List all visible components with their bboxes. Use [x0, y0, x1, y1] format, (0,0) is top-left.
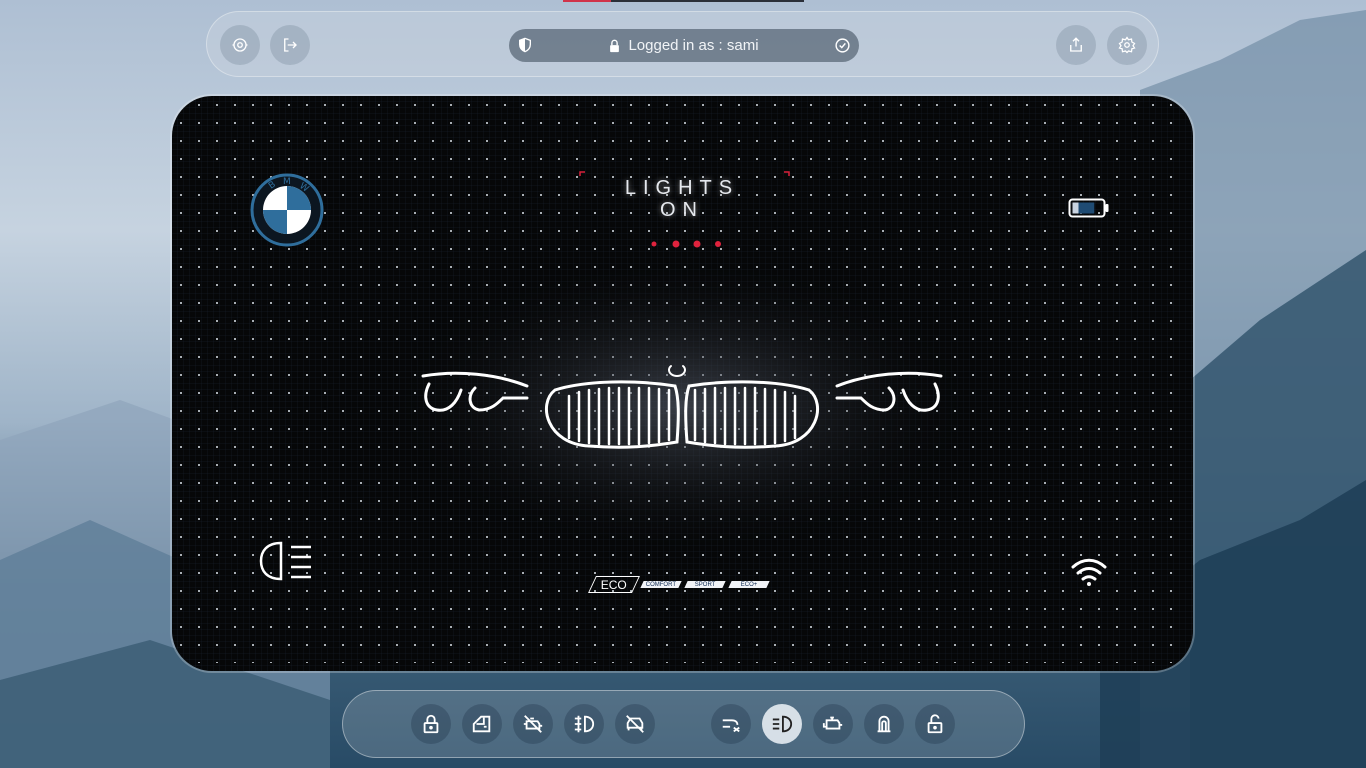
engine-off-button[interactable]	[513, 704, 553, 744]
car-door-button[interactable]	[462, 704, 502, 744]
wifi-icon	[1071, 558, 1107, 586]
brand-letter-m: M	[283, 177, 291, 187]
drive-mode-eco-plus[interactable]: ECO+	[728, 581, 770, 588]
left-headlight	[421, 371, 529, 412]
top-progress-bar	[563, 0, 804, 2]
lock-icon	[423, 714, 439, 734]
car-off-icon	[626, 715, 644, 733]
share-button[interactable]	[1056, 25, 1096, 65]
bottom-control-bar	[342, 690, 1025, 758]
unlock-button[interactable]	[915, 704, 955, 744]
check-circle-icon	[835, 38, 850, 53]
lock-icon	[610, 39, 620, 52]
session-pill: Logged in as : sami	[509, 29, 859, 62]
logout-button[interactable]	[270, 25, 310, 65]
car-off-button[interactable]	[615, 704, 655, 744]
session-text: Logged in as : sami	[628, 37, 759, 54]
engine-off-icon	[523, 715, 543, 733]
drive-mode-sport[interactable]: SPORT	[684, 581, 726, 588]
lock-button[interactable]	[411, 704, 451, 744]
engine-button[interactable]	[813, 704, 853, 744]
unlock-icon	[927, 714, 943, 734]
camera-switch-button[interactable]	[220, 25, 260, 65]
headlight-icon	[772, 715, 793, 733]
shield-icon	[519, 37, 531, 53]
settings-button[interactable]	[1107, 25, 1147, 65]
camera-switch-icon	[232, 38, 248, 52]
right-headlight	[835, 371, 943, 412]
status-indicator-dots	[651, 240, 721, 248]
car-door-icon	[472, 715, 491, 733]
share-icon	[1070, 37, 1082, 52]
car-front-lights	[421, 365, 943, 449]
kidney-grille	[545, 380, 819, 449]
top-bar: Logged in as : sami	[206, 11, 1159, 77]
bmw-logo: B M W	[250, 173, 324, 247]
engine-icon	[822, 716, 843, 730]
drive-mode-comfort[interactable]: COMFORT	[640, 581, 682, 588]
front-sensor	[668, 365, 686, 377]
fog-light-button[interactable]	[564, 704, 604, 744]
headlight-status-icon	[259, 541, 311, 581]
wiper-icon	[722, 719, 740, 733]
seatbelt-icon	[877, 715, 891, 733]
battery-icon	[1068, 198, 1109, 218]
status-subtitle: ON	[660, 199, 704, 221]
status-title-block: LIGHTS ON	[552, 177, 812, 221]
seatbelt-button[interactable]	[864, 704, 904, 744]
logout-icon	[284, 38, 297, 52]
wiper-button[interactable]	[711, 704, 751, 744]
dashboard-panel: B M W LIGHTS ON ECO COMFORT SPORT ECO+	[172, 96, 1193, 671]
drive-mode-selector: ECO COMFORT SPORT ECO+	[588, 576, 770, 593]
gear-icon	[1118, 36, 1136, 54]
fog-light-icon	[574, 715, 595, 733]
status-title: LIGHTS	[624, 177, 740, 199]
drive-mode-eco[interactable]: ECO	[588, 576, 640, 593]
headlight-button[interactable]	[762, 704, 802, 744]
